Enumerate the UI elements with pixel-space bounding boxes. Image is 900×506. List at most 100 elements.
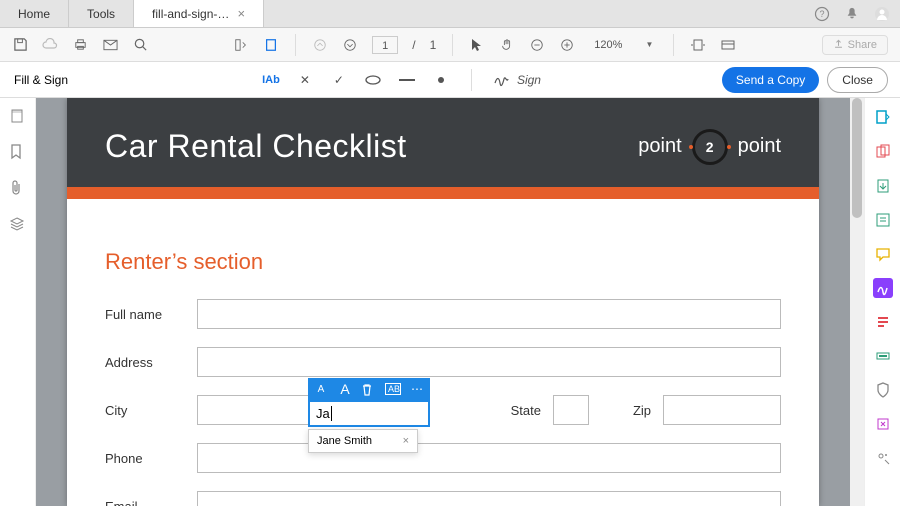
delete-icon[interactable] bbox=[361, 383, 377, 396]
right-rail bbox=[864, 98, 900, 506]
zoom-out-icon[interactable] bbox=[529, 37, 545, 53]
text-cursor bbox=[331, 406, 332, 421]
read-mode-icon[interactable] bbox=[720, 37, 736, 53]
tab-home[interactable]: Home bbox=[0, 0, 69, 27]
brand-text-right: point bbox=[738, 135, 781, 158]
send-copy-button[interactable]: Send a Copy bbox=[722, 67, 819, 93]
tab-file[interactable]: fill-and-sign-form… × bbox=[134, 0, 264, 27]
vertical-scrollbar[interactable] bbox=[850, 98, 864, 506]
section-title: Renter’s section bbox=[105, 249, 781, 275]
font-large-button[interactable]: A bbox=[337, 381, 353, 397]
brand-circle-icon: 2 bbox=[692, 129, 728, 165]
organize-icon[interactable] bbox=[873, 312, 893, 332]
zoom-level[interactable]: 120% bbox=[589, 37, 627, 53]
pointer-icon[interactable] bbox=[469, 37, 485, 53]
workspace: Car Rental Checklist point 2 point Rente… bbox=[0, 98, 900, 506]
document-canvas[interactable]: Car Rental Checklist point 2 point Rente… bbox=[36, 98, 850, 506]
comb-button[interactable]: AB bbox=[385, 383, 401, 395]
hand-icon[interactable] bbox=[499, 37, 515, 53]
zoom-in-icon[interactable] bbox=[559, 37, 575, 53]
dot-tool-icon[interactable] bbox=[433, 72, 449, 88]
upload-icon bbox=[833, 39, 844, 50]
share-button[interactable]: Share bbox=[822, 35, 888, 55]
more-tools-icon[interactable] bbox=[873, 448, 893, 468]
document-header: Car Rental Checklist point 2 point bbox=[67, 98, 819, 187]
sign-label: Sign bbox=[517, 73, 541, 87]
page-down-icon[interactable] bbox=[342, 37, 358, 53]
cloud-icon[interactable] bbox=[42, 37, 58, 53]
svg-text:?: ? bbox=[819, 9, 824, 19]
field-email[interactable] bbox=[197, 491, 781, 506]
chevron-down-icon[interactable]: ▼ bbox=[641, 37, 657, 53]
print-icon[interactable] bbox=[72, 37, 88, 53]
brand-logo: point 2 point bbox=[638, 129, 781, 165]
fit-width-icon[interactable] bbox=[690, 37, 706, 53]
tab-bar: Home Tools fill-and-sign-form… × ? bbox=[0, 0, 900, 28]
more-icon[interactable]: ⋯ bbox=[409, 382, 425, 396]
page-up-icon[interactable] bbox=[312, 37, 328, 53]
redact-icon[interactable] bbox=[873, 346, 893, 366]
save-icon[interactable] bbox=[12, 37, 28, 53]
row-fullname: Full name bbox=[105, 299, 781, 329]
left-rail bbox=[0, 98, 36, 506]
autofill-suggestion[interactable]: Jane Smith × bbox=[308, 429, 418, 453]
thumbnails-icon[interactable] bbox=[9, 108, 27, 126]
label-address: Address bbox=[105, 355, 185, 370]
page-total: 1 bbox=[430, 38, 437, 52]
scroll-thumb[interactable] bbox=[852, 98, 862, 218]
fillsign-toolbar: Fill & Sign IAb ✕ ✓ Sign Send a Copy Clo… bbox=[0, 62, 900, 98]
compress-icon[interactable] bbox=[873, 414, 893, 434]
profile-icon[interactable] bbox=[874, 6, 890, 22]
check-mark-icon[interactable]: ✓ bbox=[331, 72, 347, 88]
create-pdf-icon[interactable] bbox=[873, 108, 893, 128]
circle-tool-icon[interactable] bbox=[365, 72, 381, 88]
layers-icon[interactable] bbox=[9, 216, 27, 234]
field-state[interactable] bbox=[553, 395, 589, 425]
comment-icon[interactable] bbox=[873, 244, 893, 264]
label-email: Email bbox=[105, 499, 185, 506]
text-field-editor: A A AB ⋯ Ja Jane Smith × bbox=[308, 378, 430, 427]
sign-button[interactable]: Sign bbox=[494, 73, 541, 87]
x-mark-icon[interactable]: ✕ bbox=[297, 72, 313, 88]
combine-icon[interactable] bbox=[873, 142, 893, 162]
field-address[interactable] bbox=[197, 347, 781, 377]
tab-tools[interactable]: Tools bbox=[69, 0, 134, 27]
bell-icon[interactable] bbox=[844, 6, 860, 22]
accent-bar bbox=[67, 187, 819, 199]
fillsign-icon[interactable] bbox=[873, 278, 893, 298]
export-icon[interactable] bbox=[873, 176, 893, 196]
label-state: State bbox=[511, 403, 541, 418]
bookmark-icon[interactable] bbox=[9, 144, 27, 162]
tab-label: Tools bbox=[87, 7, 115, 21]
field-fullname[interactable] bbox=[197, 299, 781, 329]
field-phone[interactable] bbox=[197, 443, 781, 473]
edit-pdf-icon[interactable] bbox=[873, 210, 893, 230]
tabbar-right: ? bbox=[814, 0, 900, 27]
label-zip: Zip bbox=[633, 403, 651, 418]
page-fit-icon[interactable] bbox=[233, 37, 249, 53]
search-icon[interactable] bbox=[132, 37, 148, 53]
text-tool-icon[interactable]: IAb bbox=[263, 72, 279, 88]
page-separator: / bbox=[412, 38, 415, 52]
label-phone: Phone bbox=[105, 451, 185, 466]
line-tool-icon[interactable] bbox=[399, 72, 415, 88]
mail-icon[interactable] bbox=[102, 37, 118, 53]
label-city: City bbox=[105, 403, 185, 418]
close-icon[interactable]: × bbox=[237, 6, 245, 21]
attachment-icon[interactable] bbox=[9, 180, 27, 198]
text-input[interactable]: Ja bbox=[308, 400, 430, 427]
suggestion-close-icon[interactable]: × bbox=[403, 435, 409, 447]
row-address: Address bbox=[105, 347, 781, 377]
field-zip[interactable] bbox=[663, 395, 781, 425]
page-thumb-icon[interactable] bbox=[263, 37, 279, 53]
font-small-button[interactable]: A bbox=[313, 384, 329, 395]
row-city: City State Zip bbox=[105, 395, 781, 425]
row-email: Email bbox=[105, 491, 781, 506]
close-button[interactable]: Close bbox=[827, 67, 888, 93]
editor-toolbar: A A AB ⋯ bbox=[308, 378, 430, 400]
fillsign-title: Fill & Sign bbox=[0, 73, 82, 87]
protect-icon[interactable] bbox=[873, 380, 893, 400]
page-number-input[interactable]: 1 bbox=[372, 36, 398, 54]
help-icon[interactable]: ? bbox=[814, 6, 830, 22]
tab-label: fill-and-sign-form… bbox=[152, 7, 229, 21]
